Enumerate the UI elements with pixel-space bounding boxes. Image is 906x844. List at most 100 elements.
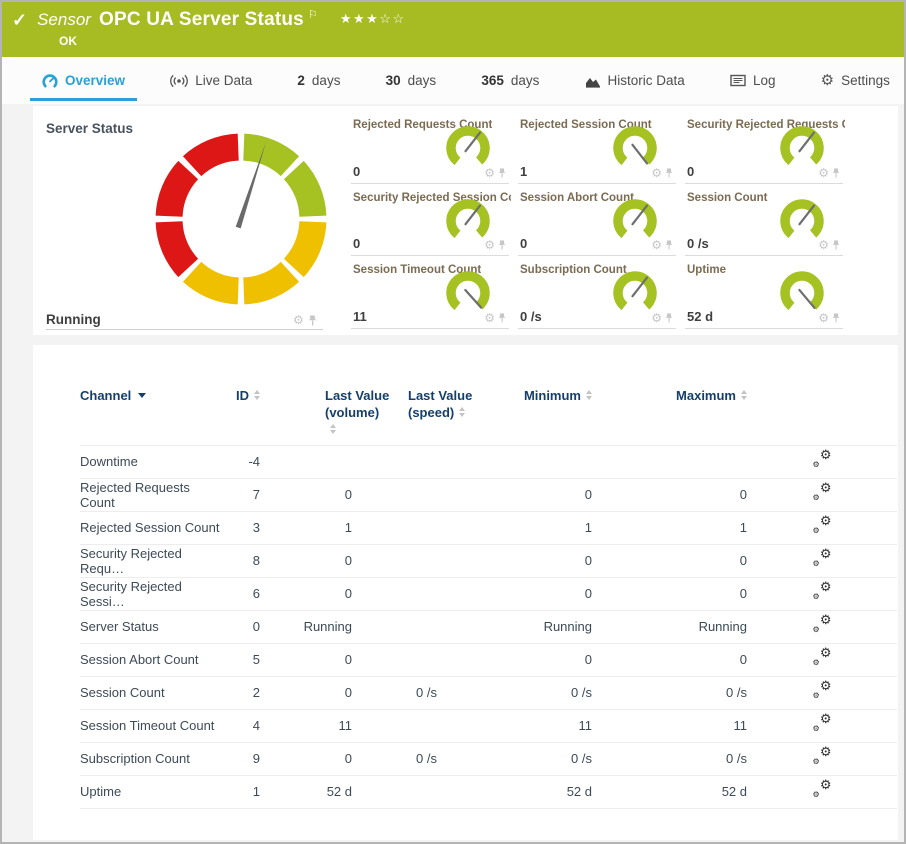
gauge-gear-icon[interactable]: ⚙ <box>651 312 662 324</box>
table-row[interactable]: Session Timeout Count 4 11 11 11 ⚙ ⚙ <box>80 709 897 742</box>
tab-overview[interactable]: Overview <box>30 57 137 104</box>
live-icon <box>170 74 188 88</box>
channel-last-value-volume: 0 <box>260 577 352 610</box>
channel-id: 7 <box>220 478 260 511</box>
channel-maximum: 0 /s <box>592 676 747 709</box>
column-header-maximum[interactable]: Maximum <box>592 387 747 445</box>
channel-settings-icon[interactable]: ⚙ ⚙ <box>813 518 832 534</box>
mini-gauge-cell: Rejected Requests Count 0 ⚙ <box>351 111 509 184</box>
mini-gauge <box>444 196 492 244</box>
historic-icon <box>585 74 601 88</box>
table-row[interactable]: Session Abort Count 5 0 0 0 ⚙ ⚙ <box>80 643 897 676</box>
channel-last-value-volume: 0 <box>260 643 352 676</box>
channel-name: Uptime <box>80 775 220 808</box>
channel-maximum: 1 <box>592 511 747 544</box>
channel-name: Security Rejected Requ… <box>80 544 220 577</box>
sort-arrows-icon <box>586 390 592 400</box>
gauge-pin-icon[interactable] <box>498 168 506 178</box>
column-header-id[interactable]: ID <box>220 387 260 445</box>
gauge-pin-icon[interactable] <box>498 313 506 323</box>
channel-minimum: Running <box>437 610 592 643</box>
table-row[interactable]: Subscription Count 9 0 0 /s 0 /s 0 /s ⚙ … <box>80 742 897 775</box>
channel-settings-icon[interactable]: ⚙ ⚙ <box>813 716 832 732</box>
channel-settings-icon[interactable]: ⚙ ⚙ <box>813 452 832 468</box>
tab-2-days[interactable]: 2 days <box>285 57 352 104</box>
mini-gauge-cell: Subscription Count 0 /s ⚙ <box>518 256 676 329</box>
column-header-channel[interactable]: Channel <box>80 387 220 445</box>
primary-gauge-title: Server Status <box>46 121 133 136</box>
channel-name: Server Status <box>80 610 220 643</box>
gauge-gear-icon[interactable]: ⚙ <box>484 239 495 251</box>
table-row[interactable]: Security Rejected Sessi… 6 0 0 0 ⚙ ⚙ <box>80 577 897 610</box>
primary-gauge-divider <box>46 329 323 330</box>
sort-arrows-icon <box>459 407 465 417</box>
table-row[interactable]: Security Rejected Requ… 8 0 0 0 ⚙ ⚙ <box>80 544 897 577</box>
mini-gauge-cell: Uptime 52 d ⚙ <box>685 256 843 329</box>
channel-settings-icon[interactable]: ⚙ ⚙ <box>813 584 832 600</box>
channel-last-value-speed <box>352 544 437 577</box>
mini-gauge <box>778 123 826 171</box>
channel-minimum: 52 d <box>437 775 592 808</box>
table-header-row: Channel ID Last Value (volume) Last Valu… <box>80 387 897 445</box>
channel-settings-icon[interactable]: ⚙ ⚙ <box>813 683 832 699</box>
channel-settings-icon[interactable]: ⚙ ⚙ <box>813 485 832 501</box>
gauges-panel: Server Status Running ⚙ Rejected Request… <box>33 106 898 335</box>
gauge-pin-icon[interactable] <box>832 313 840 323</box>
gauge-pin-icon[interactable] <box>665 313 673 323</box>
channel-name: Session Abort Count <box>80 643 220 676</box>
gauge-gear-icon[interactable]: ⚙ <box>651 239 662 251</box>
mini-gauge <box>444 268 492 316</box>
gauge-gear-icon[interactable]: ⚙ <box>818 239 829 251</box>
table-row[interactable]: Session Count 2 0 0 /s 0 /s 0 /s ⚙ ⚙ <box>80 676 897 709</box>
mini-gauge-value: 52 d <box>687 309 713 324</box>
channel-minimum: 0 /s <box>437 742 592 775</box>
mini-gauge-value: 1 <box>520 164 527 179</box>
mini-gauge-value: 0 <box>687 164 694 179</box>
gauge-gear-icon[interactable]: ⚙ <box>293 314 304 326</box>
mini-gauge-cell: Session Timeout Count 11 ⚙ <box>351 256 509 329</box>
column-header-last-value-volume[interactable]: Last Value (volume) <box>260 387 352 445</box>
gauge-gear-icon[interactable]: ⚙ <box>484 167 495 179</box>
gauge-pin-icon[interactable] <box>665 240 673 250</box>
channel-name: Rejected Requests Count <box>80 478 220 511</box>
channel-settings-icon[interactable]: ⚙ ⚙ <box>813 749 832 765</box>
sort-arrows-icon <box>330 424 336 434</box>
gauge-gear-icon[interactable]: ⚙ <box>818 312 829 324</box>
channel-settings-icon[interactable]: ⚙ ⚙ <box>813 782 832 798</box>
channel-name: Subscription Count <box>80 742 220 775</box>
gauge-pin-icon[interactable] <box>308 315 317 326</box>
tab-settings[interactable]: ⚙ Settings <box>809 57 902 104</box>
tab-historic-data[interactable]: Historic Data <box>573 57 697 104</box>
table-row[interactable]: Rejected Session Count 3 1 1 1 ⚙ ⚙ <box>80 511 897 544</box>
channel-minimum: 11 <box>437 709 592 742</box>
tab-30-days[interactable]: 30 days <box>374 57 449 104</box>
channel-last-value-volume <box>260 445 352 478</box>
channel-maximum: 11 <box>592 709 747 742</box>
table-row[interactable]: Rejected Requests Count 7 0 0 0 ⚙ ⚙ <box>80 478 897 511</box>
table-row[interactable]: Uptime 1 52 d 52 d 52 d ⚙ ⚙ <box>80 775 897 808</box>
tab-live-data[interactable]: Live Data <box>158 57 264 104</box>
channel-last-value-speed: 0 /s <box>352 742 437 775</box>
gauge-gear-icon[interactable]: ⚙ <box>484 312 495 324</box>
table-row[interactable]: Downtime -4 ⚙ ⚙ <box>80 445 897 478</box>
channel-maximum: Running <box>592 610 747 643</box>
gauge-pin-icon[interactable] <box>832 240 840 250</box>
gauge-gear-icon[interactable]: ⚙ <box>651 167 662 179</box>
mini-gauge-value: 0 <box>520 236 527 251</box>
table-row[interactable]: Server Status 0 Running Running Running … <box>80 610 897 643</box>
priority-stars[interactable]: ★★★☆☆ <box>340 11 406 27</box>
flag-icon[interactable]: ⚐ <box>308 8 318 21</box>
mini-gauge-cell: Rejected Session Count 1 ⚙ <box>518 111 676 184</box>
mini-gauge <box>778 196 826 244</box>
tab-log[interactable]: Log <box>718 57 788 104</box>
gauge-pin-icon[interactable] <box>665 168 673 178</box>
channel-settings-icon[interactable]: ⚙ ⚙ <box>813 650 832 666</box>
gauge-pin-icon[interactable] <box>832 168 840 178</box>
channel-settings-icon[interactable]: ⚙ ⚙ <box>813 551 832 567</box>
channel-last-value-speed: 0 /s <box>352 676 437 709</box>
gauge-pin-icon[interactable] <box>498 240 506 250</box>
channel-maximum: 0 <box>592 643 747 676</box>
gauge-gear-icon[interactable]: ⚙ <box>818 167 829 179</box>
channel-settings-icon[interactable]: ⚙ ⚙ <box>813 617 832 633</box>
tab-365-days[interactable]: 365 days <box>469 57 551 104</box>
